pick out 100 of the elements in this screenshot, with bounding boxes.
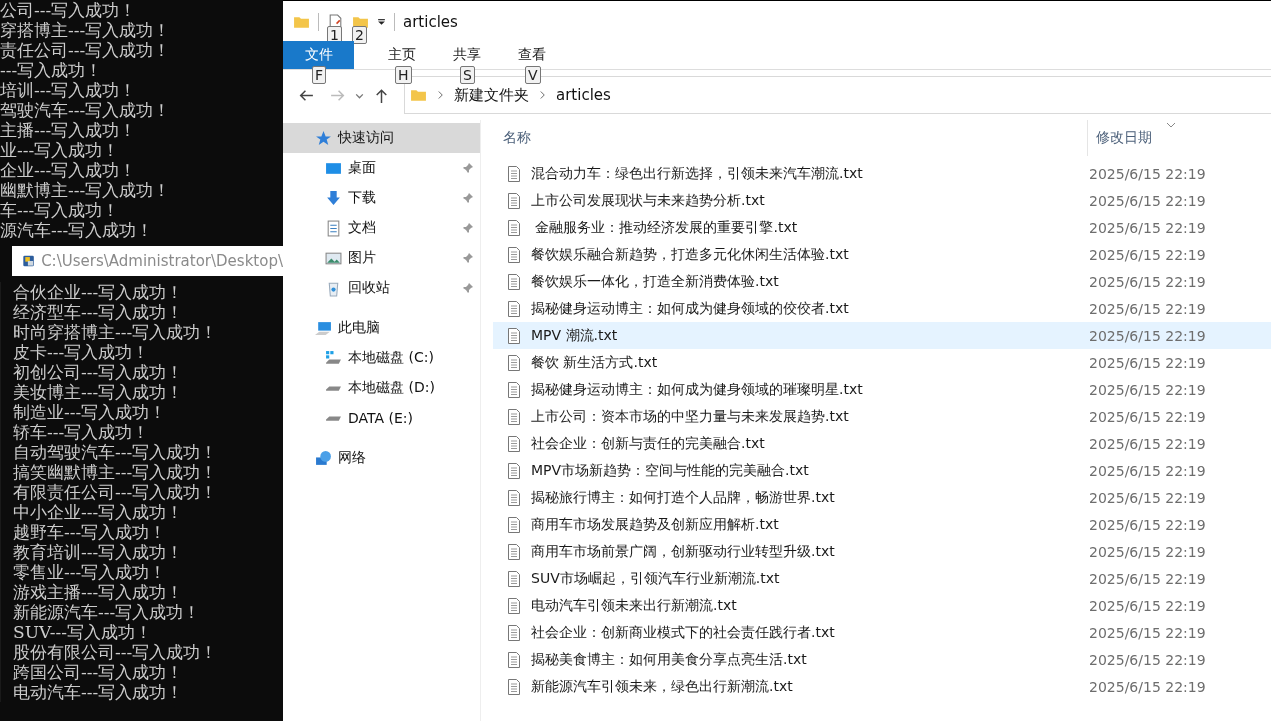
file-date: 2025/6/15 22:19 xyxy=(1089,408,1206,425)
file-row[interactable]: SUV市场崛起，引领汽车行业新潮流.txt 2025/6/15 22:19 xyxy=(493,565,1271,592)
file-row[interactable]: 揭秘旅行博主：如何打造个人品牌，畅游世界.txt 2025/6/15 22:19 xyxy=(493,484,1271,511)
ribbon-tab[interactable]: 共享 xyxy=(434,41,499,69)
file-row[interactable]: 新能源汽车引领未来，绿色出行新潮流.txt 2025/6/15 22:19 xyxy=(493,673,1271,700)
nav-item[interactable]: 本地磁盘 (C:) xyxy=(283,343,480,373)
nav-item[interactable]: 文档 xyxy=(283,213,480,243)
file-name: 上市公司发展现状与未来趋势分析.txt xyxy=(531,191,766,210)
file-date: 2025/6/15 22:19 xyxy=(1089,327,1206,344)
file-row[interactable]: 揭秘健身运动博主：如何成为健身领域的璀璨明星.txt 2025/6/15 22:19 xyxy=(493,376,1271,403)
file-row[interactable]: MPV市场新趋势：空间与性能的完美融合.txt 2025/6/15 22:19 xyxy=(493,457,1271,484)
file-name: MPV 潮流.txt xyxy=(531,326,619,345)
file-row[interactable]: 商用车市场发展趋势及创新应用解析.txt 2025/6/15 22:19 xyxy=(493,511,1271,538)
file-row[interactable]: 餐饮 新生活方式.txt 2025/6/15 22:19 xyxy=(493,349,1271,376)
file-date: 2025/6/15 22:19 xyxy=(1089,624,1206,641)
nav-item[interactable]: 快速访问 xyxy=(283,123,480,153)
text-file-icon xyxy=(507,462,521,479)
console-line: 合伙企业---写入成功！ xyxy=(13,282,185,302)
file-row[interactable]: 金融服务业：推动经济发展的重要引擎.txt 2025/6/15 22:19 xyxy=(493,214,1271,241)
file-row[interactable]: 社会企业：创新商业模式下的社会责任践行者.txt 2025/6/15 22:19 xyxy=(493,619,1271,646)
console-line: 穿搭博主---写入成功！ xyxy=(0,20,172,40)
pin-icon[interactable] xyxy=(462,222,474,234)
file-name: 餐饮 新生活方式.txt xyxy=(531,353,659,372)
text-file-icon xyxy=(507,300,521,317)
file-name: 商用车市场发展趋势及创新应用解析.txt xyxy=(531,515,780,534)
text-file-icon xyxy=(507,219,521,236)
star-icon xyxy=(315,129,332,147)
text-file-icon xyxy=(507,624,521,641)
text-file-icon xyxy=(507,246,521,263)
column-header[interactable]: 名称 xyxy=(493,120,1088,156)
file-row[interactable]: 揭秘健身运动博主：如何成为健身领域的佼佼者.txt 2025/6/15 22:19 xyxy=(493,295,1271,322)
file-name: 社会企业：创新与责任的完美融合.txt xyxy=(531,434,766,453)
nav-item[interactable]: 下载 xyxy=(283,183,480,213)
window-title: articles xyxy=(403,13,458,31)
file-name: 混合动力车：绿色出行新选择，引领未来汽车潮流.txt xyxy=(531,164,864,183)
file-row[interactable]: 餐饮娱乐一体化，打造全新消费体验.txt 2025/6/15 22:19 xyxy=(493,268,1271,295)
ribbon-tab[interactable]: 文件 xyxy=(283,41,354,69)
pin-icon[interactable] xyxy=(462,282,474,294)
file-row[interactable]: 上市公司发展现状与未来趋势分析.txt 2025/6/15 22:19 xyxy=(493,187,1271,214)
text-file-icon xyxy=(507,192,521,209)
file-date: 2025/6/15 22:19 xyxy=(1089,381,1206,398)
file-name: 金融服务业：推动经济发展的重要引擎.txt xyxy=(534,218,799,237)
nav-item[interactable]: 网络 xyxy=(283,443,480,473)
column-header[interactable]: 修改日期 xyxy=(1088,129,1152,147)
text-file-icon xyxy=(507,678,521,695)
ribbon-tab[interactable]: 查看 xyxy=(499,41,564,69)
dropdown-icon[interactable] xyxy=(377,17,386,27)
download-icon xyxy=(325,189,342,207)
file-row[interactable]: 社会企业：创新与责任的完美融合.txt 2025/6/15 22:19 xyxy=(493,430,1271,457)
console-line: 公司---写入成功！ xyxy=(0,0,138,20)
file-date: 2025/6/15 22:19 xyxy=(1089,597,1206,614)
file-row[interactable]: 混合动力车：绿色出行新选择，引领未来汽车潮流.txt 2025/6/15 22:19 xyxy=(493,160,1271,187)
console-line: 经济型车---写入成功！ xyxy=(13,302,185,322)
ribbon-tab[interactable]: 主页 xyxy=(369,41,434,69)
console-line: 零售业---写入成功！ xyxy=(13,562,168,582)
text-file-icon xyxy=(507,651,521,668)
console-line: 搞笑幽默博主---写入成功！ xyxy=(13,462,219,482)
pin-icon[interactable] xyxy=(462,192,474,204)
console-line: 轿车---写入成功！ xyxy=(13,422,151,442)
console-line: 中小企业---写入成功！ xyxy=(13,502,185,522)
nav-item[interactable]: 图片 xyxy=(283,243,480,273)
console-line: 新能源汽车---写入成功！ xyxy=(13,602,202,622)
text-file-icon xyxy=(507,354,521,371)
pin-icon[interactable] xyxy=(462,162,474,174)
file-date: 2025/6/15 22:19 xyxy=(1089,435,1206,452)
nav-item[interactable]: 回收站 xyxy=(283,273,480,303)
text-file-icon xyxy=(507,516,521,533)
file-row[interactable]: 电动汽车引领未来出行新潮流.txt 2025/6/15 22:19 xyxy=(493,592,1271,619)
file-name: SUV市场崛起，引领汽车行业新潮流.txt xyxy=(531,569,781,588)
text-file-icon xyxy=(507,435,521,452)
text-file-icon xyxy=(507,327,521,344)
file-row[interactable]: 揭秘美食博主：如何用美食分享点亮生活.txt 2025/6/15 22:19 xyxy=(493,646,1271,673)
console-line: 有限责任公司---写入成功！ xyxy=(13,482,219,502)
nav-item[interactable]: 此电脑 xyxy=(283,313,480,343)
file-name: 新能源汽车引领未来，绿色出行新潮流.txt xyxy=(531,677,794,696)
file-row[interactable]: 餐饮娱乐融合新趋势，打造多元化休闲生活体验.txt 2025/6/15 22:19 xyxy=(493,241,1271,268)
console-line: 股份有限公司---写入成功！ xyxy=(13,642,219,662)
drive-icon xyxy=(325,349,342,367)
file-name: 揭秘健身运动博主：如何成为健身领域的璀璨明星.txt xyxy=(531,380,864,399)
breadcrumb[interactable]: 新建文件夹 xyxy=(454,85,529,105)
nav-item[interactable]: 本地磁盘 (D:) xyxy=(283,373,480,403)
file-name: 餐饮娱乐一体化，打造全新消费体验.txt xyxy=(531,272,780,291)
text-file-icon xyxy=(507,543,521,560)
nav-item[interactable]: DATA (E:) xyxy=(283,403,480,433)
file-name: 餐饮娱乐融合新趋势，打造多元化休闲生活体验.txt xyxy=(531,245,850,264)
keytip: H xyxy=(395,66,412,84)
nav-item[interactable]: 桌面 xyxy=(283,153,480,183)
file-row[interactable]: 商用车市场前景广阔，创新驱动行业转型升级.txt 2025/6/15 22:19 xyxy=(493,538,1271,565)
breadcrumb[interactable]: articles xyxy=(556,86,611,104)
file-row[interactable]: MPV 潮流.txt 2025/6/15 22:19 xyxy=(493,322,1271,349)
pin-icon[interactable] xyxy=(462,252,474,264)
file-name: 揭秘旅行博主：如何打造个人品牌，畅游世界.txt xyxy=(531,488,836,507)
file-name: 揭秘美食博主：如何用美食分享点亮生活.txt xyxy=(531,650,808,669)
keytip: F xyxy=(312,66,327,84)
up-arrow-icon[interactable] xyxy=(373,86,390,104)
console-line: 自动驾驶汽车---写入成功！ xyxy=(13,442,219,462)
file-row[interactable]: 上市公司：资本市场的中坚力量与未来发展趋势.txt 2025/6/15 22:19 xyxy=(493,403,1271,430)
file-date: 2025/6/15 22:19 xyxy=(1089,219,1206,236)
console-line: 初创公司---写入成功！ xyxy=(13,362,185,382)
console-line: 时尚穿搭博主---写入成功！ xyxy=(13,322,219,342)
